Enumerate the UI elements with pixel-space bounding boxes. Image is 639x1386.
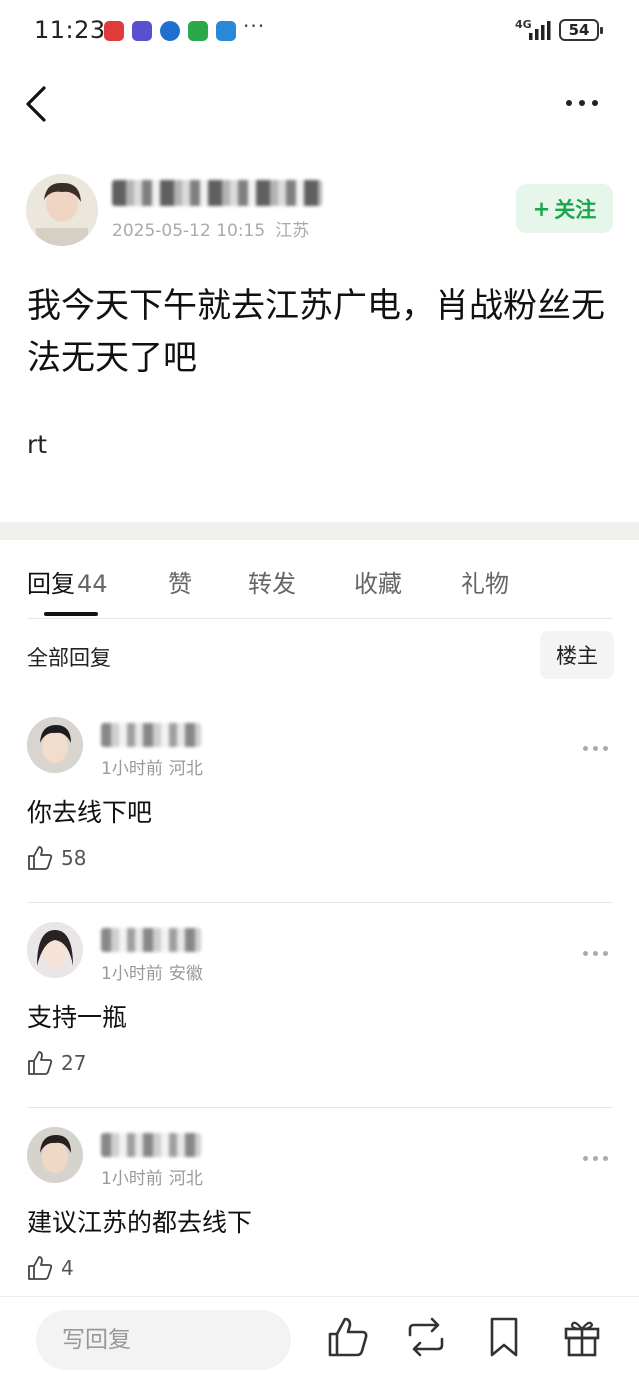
- like-count: 4: [61, 1256, 74, 1280]
- owner-only-button[interactable]: 楼主: [540, 631, 614, 679]
- app-notification-icon: [188, 21, 208, 41]
- comment-item: 1小时前 河北 建议江苏的都去线下 4: [0, 1115, 639, 1320]
- comment-more-button[interactable]: [583, 743, 613, 753]
- filter-all-replies[interactable]: 全部回复: [27, 642, 111, 672]
- section-divider: [0, 522, 639, 540]
- dot-icon: [592, 100, 598, 106]
- comment-time: 1小时前: [101, 759, 163, 779]
- tab-gifts[interactable]: 礼物: [461, 564, 509, 599]
- dot-icon: [566, 100, 572, 106]
- comment-time: 1小时前: [101, 1169, 163, 1189]
- tab-likes[interactable]: 赞: [168, 564, 192, 599]
- tab-favorites[interactable]: 收藏: [354, 564, 402, 599]
- author-avatar[interactable]: [26, 174, 98, 246]
- commenter-name-redacted[interactable]: [101, 1133, 201, 1157]
- comment-like-button[interactable]: 58: [27, 845, 86, 871]
- thumbs-up-icon: [28, 1051, 53, 1075]
- plus-icon: +: [532, 196, 551, 221]
- commenter-name-redacted[interactable]: [101, 723, 201, 747]
- thumbs-up-icon: [28, 1256, 53, 1280]
- author-meta: 2025-05-12 10:15 江苏: [112, 216, 309, 241]
- comment-more-button[interactable]: [583, 1153, 613, 1163]
- tab-active-indicator: [44, 612, 98, 616]
- comment-meta: 1小时前 河北: [101, 754, 203, 779]
- comment-like-button[interactable]: 27: [27, 1050, 86, 1076]
- reply-input[interactable]: 写回复: [36, 1310, 291, 1370]
- redacted-text: [112, 180, 322, 206]
- bottom-action-bar: 写回复: [0, 1296, 639, 1386]
- battery-icon: 54: [559, 19, 603, 41]
- more-options-button[interactable]: [560, 92, 604, 114]
- comment-like-button[interactable]: 4: [27, 1255, 74, 1281]
- like-count: 58: [61, 846, 87, 870]
- tab-replies[interactable]: 回复44: [27, 564, 108, 599]
- app-notification-icon: [104, 21, 124, 41]
- back-button[interactable]: [20, 82, 56, 126]
- commenter-avatar[interactable]: [27, 1127, 83, 1183]
- avatar-image: [27, 717, 83, 773]
- tab-count: 44: [77, 570, 108, 598]
- comment-location: 河北: [168, 1169, 203, 1189]
- dot-icon: [579, 100, 585, 106]
- notification-icons: [104, 21, 236, 41]
- follow-label: 关注: [554, 197, 597, 222]
- tab-reposts[interactable]: 转发: [248, 564, 296, 599]
- tab-bar: 回复44 赞 转发 收藏 礼物: [0, 560, 639, 620]
- avatar-image: [27, 1127, 83, 1183]
- post-date: 2025-05-12 10:15: [112, 221, 266, 241]
- comment-item: 1小时前 安徽 支持一瓶 27: [0, 910, 639, 1115]
- author-name-redacted[interactable]: [112, 178, 322, 208]
- thumbs-up-icon[interactable]: [326, 1315, 370, 1359]
- comment-meta: 1小时前 河北: [101, 1164, 203, 1189]
- commenter-name-redacted[interactable]: [101, 928, 201, 952]
- tabs-divider: [27, 618, 613, 619]
- comment-item: 1小时前 河北 你去线下吧 58: [0, 705, 639, 910]
- comment-meta: 1小时前 安徽: [101, 959, 203, 984]
- thumbs-up-icon: [28, 846, 53, 870]
- gift-icon[interactable]: [560, 1315, 604, 1359]
- bookmark-icon[interactable]: [482, 1315, 526, 1359]
- app-notification-icon: [132, 21, 152, 41]
- signal-icon: [529, 21, 551, 40]
- comment-time: 1小时前: [101, 964, 163, 984]
- more-notifications-icon: ···: [243, 14, 266, 38]
- status-time: 11:23: [34, 16, 106, 44]
- post-location: 江苏: [275, 221, 310, 241]
- avatar-image: [26, 174, 98, 246]
- app-notification-icon: [216, 21, 236, 41]
- like-count: 27: [61, 1051, 87, 1075]
- commenter-avatar[interactable]: [27, 922, 83, 978]
- comment-location: 安徽: [168, 964, 203, 984]
- status-bar: 11:23 ··· 4G 54: [0, 0, 639, 62]
- comment-text: 建议江苏的都去线下: [27, 1208, 253, 1237]
- comment-location: 河北: [168, 759, 203, 779]
- comment-text: 你去线下吧: [27, 798, 153, 827]
- follow-button[interactable]: + 关注: [516, 184, 613, 233]
- comment-more-button[interactable]: [583, 948, 613, 958]
- comment-divider: [27, 1107, 613, 1108]
- comment-divider: [27, 902, 613, 903]
- app-notification-icon: [160, 21, 180, 41]
- repost-icon[interactable]: [404, 1315, 448, 1359]
- post-title: 我今天下午就去江苏广电，肖战粉丝无法无天了吧: [27, 286, 605, 378]
- commenter-avatar[interactable]: [27, 717, 83, 773]
- post-body: rt: [27, 430, 48, 459]
- comment-text: 支持一瓶: [27, 1003, 128, 1032]
- avatar-image: [27, 922, 83, 978]
- tab-label: 回复: [27, 570, 75, 598]
